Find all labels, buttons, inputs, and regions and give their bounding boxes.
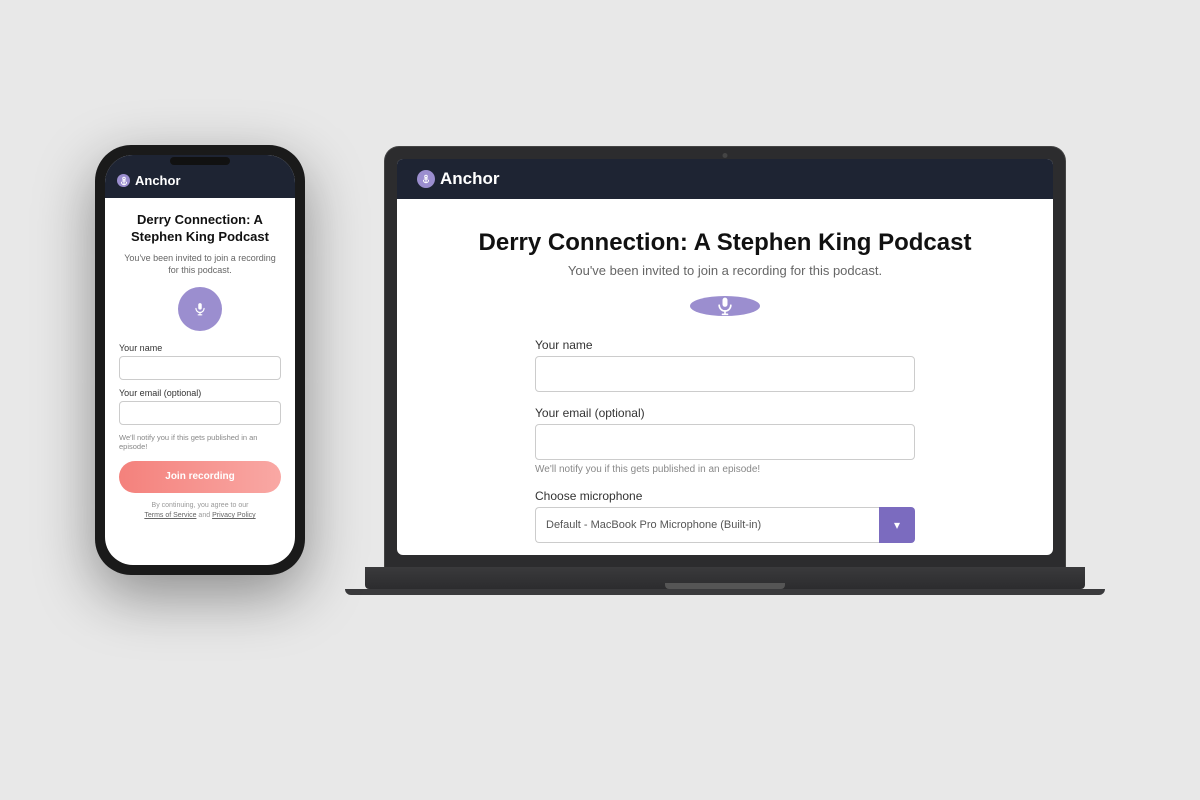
phone-mic-icon	[193, 302, 207, 316]
laptop-mic-circle	[690, 296, 760, 316]
laptop-email-notify: We'll notify you if this gets published …	[535, 464, 915, 475]
laptop-form: Your name Your email (optional) We'll no…	[535, 338, 915, 555]
laptop-name-label: Your name	[535, 338, 915, 352]
phone-terms: By continuing, you agree to our Terms of…	[119, 501, 281, 522]
laptop-podcast-title: Derry Connection: A Stephen King Podcast	[479, 229, 972, 257]
phone-brand-name: Anchor	[135, 173, 181, 188]
phone-content: Derry Connection: A Stephen King Podcast…	[105, 198, 295, 565]
laptop-anchor-logo: Anchor	[417, 169, 500, 189]
phone-anchor-circle	[117, 174, 130, 187]
phone-email-notify: We'll notify you if this gets published …	[119, 433, 281, 451]
phone-form: Your name Your email (optional) We'll no…	[119, 343, 281, 522]
laptop-header: Anchor	[397, 159, 1053, 199]
chevron-down-icon: ▾	[894, 518, 900, 532]
laptop-name-input[interactable]	[535, 356, 915, 392]
phone-join-button[interactable]: Join recording	[119, 461, 281, 493]
phone-terms-link[interactable]: Terms of Service	[144, 512, 196, 519]
laptop-lid: Anchor Derry Connection: A Stephen King …	[385, 147, 1065, 567]
phone-notch	[170, 157, 230, 165]
microphone-dropdown-button[interactable]: ▾	[879, 507, 915, 543]
laptop-anchor-icon	[421, 174, 431, 184]
scene: Anchor Derry Connection: A Stephen King …	[95, 145, 1105, 655]
phone-privacy-link[interactable]: Privacy Policy	[212, 512, 256, 519]
phone-name-input[interactable]	[119, 356, 281, 380]
laptop-email-label: Your email (optional)	[535, 406, 915, 420]
laptop-anchor-circle	[417, 170, 435, 188]
phone-terms-prefix: By continuing, you agree to our	[152, 502, 249, 509]
microphone-select[interactable]: Default - MacBook Pro Microphone (Built-…	[535, 507, 879, 543]
phone-podcast-title: Derry Connection: A Stephen King Podcast	[119, 212, 281, 246]
laptop-foot	[345, 589, 1105, 595]
laptop-base	[365, 567, 1085, 589]
phone-name-label: Your name	[119, 343, 281, 353]
laptop-camera	[723, 153, 728, 158]
laptop-content: Derry Connection: A Stephen King Podcast…	[397, 199, 1053, 555]
microphone-selector-row: Default - MacBook Pro Microphone (Built-…	[535, 507, 915, 543]
laptop-mockup: Anchor Derry Connection: A Stephen King …	[345, 147, 1105, 595]
phone-and: and	[198, 512, 210, 519]
laptop-email-input[interactable]	[535, 424, 915, 460]
laptop-brand-name: Anchor	[440, 169, 500, 189]
phone-email-label: Your email (optional)	[119, 388, 281, 398]
phone-email-input[interactable]	[119, 401, 281, 425]
phone-mic-circle	[178, 287, 222, 331]
laptop-mic-label: Choose microphone	[535, 489, 915, 503]
laptop-invite-text: You've been invited to join a recording …	[568, 263, 882, 278]
phone-invite-text: You've been invited to join a recording …	[119, 252, 281, 277]
laptop-screen: Anchor Derry Connection: A Stephen King …	[397, 159, 1053, 555]
phone-screen: Anchor Derry Connection: A Stephen King …	[105, 155, 295, 565]
phone-mockup: Anchor Derry Connection: A Stephen King …	[95, 145, 305, 575]
phone-anchor-logo: Anchor	[117, 173, 181, 188]
laptop-mic-icon	[715, 296, 735, 316]
phone-anchor-icon	[119, 176, 129, 186]
